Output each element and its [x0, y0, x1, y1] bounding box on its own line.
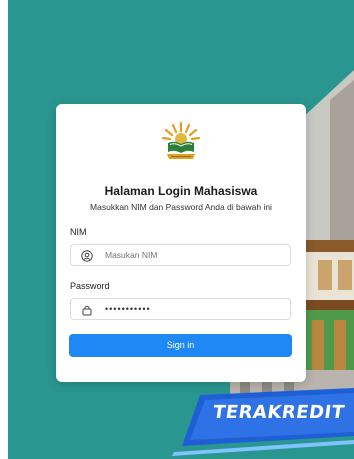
- password-input[interactable]: •••••••••••: [105, 299, 275, 319]
- password-field[interactable]: •••••••••••: [70, 298, 291, 320]
- university-logo: [161, 121, 201, 159]
- person-circle-icon: [81, 250, 93, 262]
- page-subtitle: Masukkan NIM dan Password Anda di bawah …: [90, 202, 272, 212]
- banner-text: TERAKREDIT: [211, 402, 346, 423]
- password-label: Password: [70, 281, 110, 291]
- lock-icon: [82, 305, 92, 316]
- nim-input[interactable]: [105, 245, 275, 265]
- nim-label: NIM: [70, 227, 87, 237]
- login-card: Halaman Login Mahasiswa Masukkan NIM dan…: [56, 104, 306, 382]
- sign-in-button[interactable]: Sign in: [69, 334, 292, 357]
- nim-field[interactable]: [70, 244, 291, 266]
- page-title: Halaman Login Mahasiswa: [104, 184, 258, 198]
